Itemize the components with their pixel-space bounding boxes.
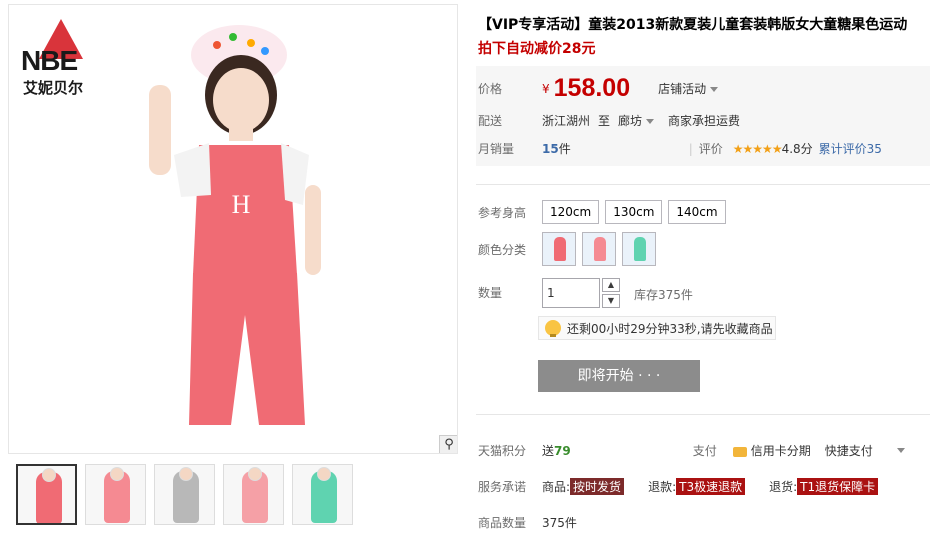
thumbnail-3[interactable] bbox=[154, 464, 215, 525]
service-prefix-2: 退款: bbox=[648, 480, 677, 494]
service-prefix-1: 商品: bbox=[542, 480, 571, 494]
service-tag-3[interactable]: T1退货保障卡 bbox=[797, 478, 879, 495]
thumbnail-strip bbox=[16, 464, 353, 525]
service-label: 服务承诺 bbox=[478, 480, 527, 494]
currency-symbol: ¥ bbox=[542, 81, 550, 96]
color-option-3[interactable] bbox=[622, 232, 656, 266]
points-text: 送 bbox=[542, 444, 555, 458]
count-value: 375件 bbox=[542, 516, 577, 530]
rating-score: 4.8分 bbox=[781, 142, 813, 156]
divider bbox=[476, 414, 930, 415]
stock-info: 库存375件 bbox=[634, 288, 693, 302]
review-count-link[interactable]: 累计评价35 bbox=[819, 140, 882, 157]
size-label: 参考身高 bbox=[478, 205, 527, 220]
brand-logo: NBE 艾妮贝尔 bbox=[21, 19, 111, 109]
sales-label: 月销量 bbox=[478, 142, 515, 156]
delivery-destination[interactable]: 廊坊 bbox=[618, 112, 655, 129]
color-label: 颜色分类 bbox=[478, 242, 527, 257]
svg-text:H: H bbox=[232, 190, 251, 219]
size-option-140[interactable]: 140cm bbox=[668, 200, 726, 224]
points-value: 79 bbox=[554, 443, 571, 458]
delivery-from: 浙江湖州 bbox=[542, 114, 591, 128]
quantity-label: 数量 bbox=[478, 286, 503, 300]
rating-label: 评价 bbox=[698, 142, 723, 156]
shop-activity-dropdown[interactable]: 店铺活动 bbox=[658, 80, 719, 97]
gallery: NBE 艾妮贝尔 H ⚲ bbox=[8, 4, 460, 530]
chevron-down-icon bbox=[710, 87, 719, 92]
thumbnail-1[interactable] bbox=[16, 464, 77, 525]
zoom-icon[interactable]: ⚲ bbox=[439, 435, 457, 453]
product-subtitle: 拍下自动减价28元 bbox=[478, 41, 596, 57]
quantity-up-icon[interactable]: ▲ bbox=[602, 278, 620, 292]
payment-label: 支付 bbox=[692, 444, 717, 458]
rating-stars-icon: ★★★★★ bbox=[732, 141, 783, 156]
countdown-notice: 还剩00小时29分钟33秒,请先收藏商品 bbox=[538, 316, 776, 340]
countdown-text: 还剩00小时29分钟33秒,请先收藏商品 bbox=[567, 321, 773, 336]
chevron-down-icon bbox=[646, 119, 655, 124]
credit-installment-label: 信用卡分期 bbox=[750, 444, 811, 458]
thumbnail-5[interactable] bbox=[292, 464, 353, 525]
credit-card-icon bbox=[732, 446, 747, 457]
product-title: 【VIP专享活动】童装2013新款夏装儿童套装韩版女大童糖果色运动 bbox=[478, 17, 908, 33]
shop-activity-label: 店铺活动 bbox=[658, 82, 707, 96]
logo-text: NBE bbox=[21, 45, 78, 76]
price-label: 价格 bbox=[478, 82, 503, 96]
chevron-down-icon[interactable] bbox=[896, 448, 905, 453]
quantity-input[interactable]: 1 bbox=[542, 278, 600, 308]
points-label: 天猫积分 bbox=[478, 444, 527, 458]
price-value: 158.00 bbox=[553, 74, 631, 102]
thumbnail-4[interactable] bbox=[223, 464, 284, 525]
lightbulb-icon bbox=[545, 320, 561, 337]
divider bbox=[476, 184, 930, 185]
logo-subtext: 艾妮贝尔 bbox=[23, 79, 84, 97]
color-option-1[interactable] bbox=[542, 232, 576, 266]
credit-installment[interactable]: 信用卡分期 bbox=[732, 442, 811, 459]
service-tag-2[interactable]: T3极速退款 bbox=[676, 478, 746, 495]
service-tag-1[interactable]: 按时发货 bbox=[570, 478, 625, 495]
delivery-label: 配送 bbox=[478, 114, 503, 128]
count-label: 商品数量 bbox=[478, 516, 527, 530]
delivery-to-word: 至 bbox=[598, 114, 611, 128]
size-option-130[interactable]: 130cm bbox=[605, 200, 663, 224]
coming-soon-button[interactable]: 即将开始 · · · bbox=[538, 360, 700, 392]
product-info: 【VIP专享活动】童装2013新款夏装儿童套装韩版女大童糖果色运动 拍下自动减价… bbox=[466, 0, 930, 534]
sales-value: 15 bbox=[542, 141, 559, 156]
main-product-image[interactable]: NBE 艾妮贝尔 H ⚲ bbox=[8, 4, 458, 454]
sales-unit: 件 bbox=[558, 142, 571, 156]
color-option-2[interactable] bbox=[582, 232, 616, 266]
price-panel: 价格 ¥ 158.00 店铺活动 配送 浙江湖州 至 廊坊 商家承担运费 月销量… bbox=[476, 66, 930, 166]
size-option-120[interactable]: 120cm bbox=[542, 200, 600, 224]
quantity-down-icon[interactable]: ▼ bbox=[602, 294, 620, 308]
delivery-to: 廊坊 bbox=[618, 114, 643, 128]
shipping-info: 商家承担运费 bbox=[668, 114, 741, 128]
thumbnail-2[interactable] bbox=[85, 464, 146, 525]
quick-pay-label: 快捷支付 bbox=[824, 444, 873, 458]
girl-model-illustration: H bbox=[149, 25, 321, 425]
service-prefix-3: 退货: bbox=[769, 480, 798, 494]
